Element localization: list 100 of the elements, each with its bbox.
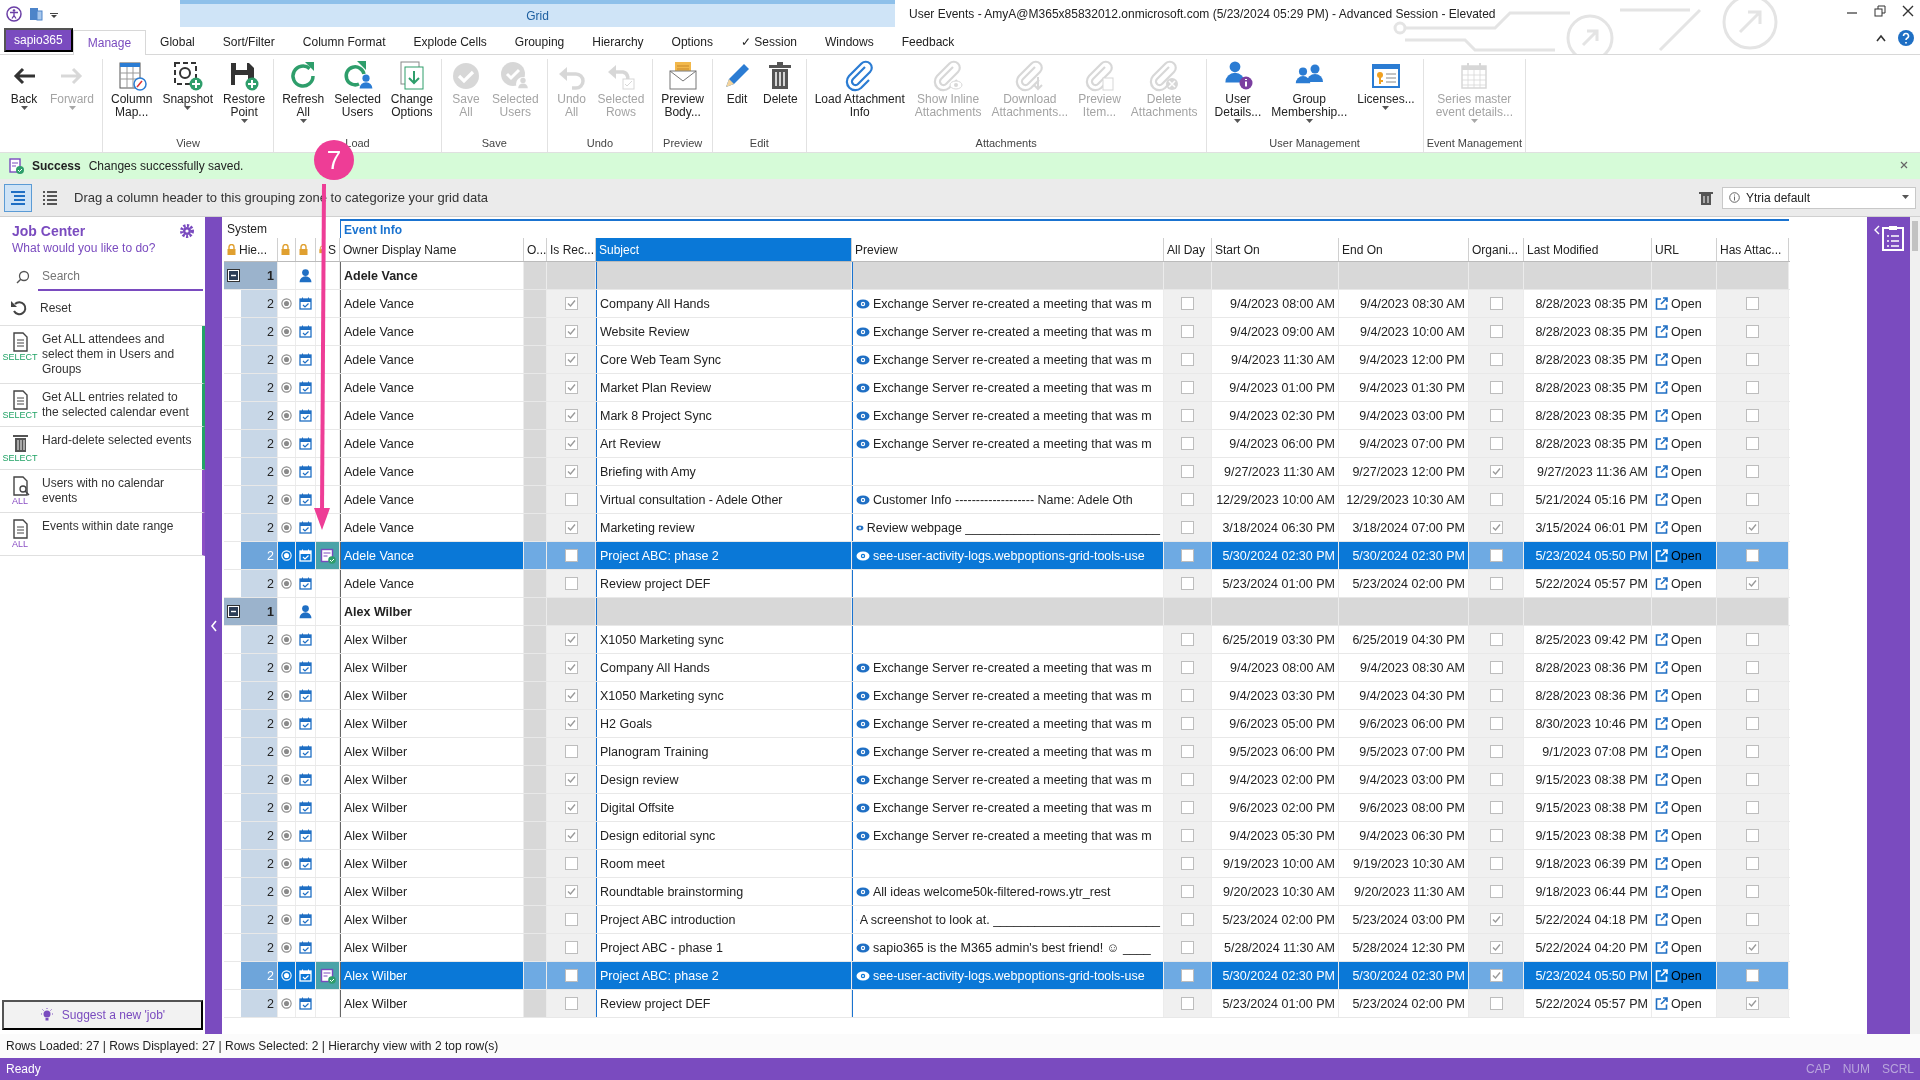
open-link[interactable]: Open bbox=[1655, 324, 1702, 339]
checkbox[interactable] bbox=[1746, 549, 1759, 562]
checkbox[interactable] bbox=[1181, 577, 1194, 590]
job-item[interactable]: SELECT Hard-delete selected events bbox=[0, 427, 205, 470]
job-item[interactable]: ALL Users with no calendar events bbox=[0, 470, 205, 513]
checkbox[interactable] bbox=[1489, 577, 1503, 590]
open-link[interactable]: Open bbox=[1655, 352, 1702, 367]
checkbox[interactable] bbox=[564, 717, 578, 730]
open-link[interactable]: Open bbox=[1655, 912, 1702, 927]
open-link[interactable]: Open bbox=[1655, 464, 1702, 479]
checkbox[interactable] bbox=[564, 549, 578, 562]
checkbox[interactable] bbox=[1746, 353, 1759, 366]
ribbon-tab[interactable]: Options bbox=[657, 29, 727, 54]
collapse-icon[interactable] bbox=[227, 269, 240, 282]
accessibility-icon[interactable] bbox=[6, 5, 22, 22]
checkbox[interactable] bbox=[1489, 353, 1503, 366]
column-header[interactable]: Last Modified bbox=[1524, 238, 1652, 261]
devices-icon[interactable] bbox=[28, 5, 44, 22]
checkbox[interactable] bbox=[1489, 689, 1503, 702]
open-link[interactable]: Open bbox=[1655, 492, 1702, 507]
checkbox[interactable] bbox=[1181, 633, 1194, 646]
scrollbar[interactable] bbox=[1910, 217, 1920, 1034]
checkbox[interactable] bbox=[1746, 885, 1759, 898]
checkbox[interactable] bbox=[1181, 773, 1194, 786]
open-link[interactable]: Open bbox=[1655, 660, 1702, 675]
column-header[interactable] bbox=[296, 238, 316, 261]
help-icon[interactable] bbox=[1898, 30, 1914, 46]
checkbox[interactable] bbox=[1746, 325, 1759, 338]
ribbon-tab[interactable]: Feedback bbox=[887, 29, 969, 54]
open-link[interactable]: Open bbox=[1655, 996, 1702, 1011]
checkbox[interactable] bbox=[1746, 297, 1759, 310]
chevron-left-icon[interactable] bbox=[1873, 225, 1880, 235]
checkbox[interactable] bbox=[1746, 437, 1759, 450]
open-link[interactable]: Open bbox=[1655, 688, 1702, 703]
checkbox[interactable] bbox=[1181, 969, 1194, 982]
ribbon-tab[interactable]: Hierarchy bbox=[578, 29, 658, 54]
ribbon-button[interactable]: Group Membership... bbox=[1266, 59, 1353, 136]
checkbox[interactable] bbox=[1746, 465, 1759, 478]
checkbox[interactable] bbox=[1181, 661, 1194, 674]
checkbox[interactable] bbox=[564, 325, 578, 338]
ribbon-tab[interactable]: Grouping bbox=[500, 29, 579, 54]
ribbon-button[interactable]: Refresh All bbox=[277, 59, 330, 136]
checkbox[interactable] bbox=[1181, 689, 1194, 702]
checkbox[interactable] bbox=[1181, 717, 1194, 730]
open-link[interactable]: Open bbox=[1655, 772, 1702, 787]
checkbox[interactable] bbox=[1489, 381, 1503, 394]
checkbox[interactable] bbox=[1181, 801, 1194, 814]
checkbox[interactable] bbox=[1181, 829, 1194, 842]
checkbox[interactable] bbox=[1489, 885, 1503, 898]
close-icon[interactable] bbox=[1902, 5, 1914, 17]
checkbox[interactable] bbox=[1489, 913, 1503, 926]
checkbox[interactable] bbox=[1181, 549, 1194, 562]
open-link[interactable]: Open bbox=[1655, 856, 1702, 871]
checkbox[interactable] bbox=[564, 297, 578, 310]
checkbox[interactable] bbox=[1489, 941, 1503, 954]
checkbox[interactable] bbox=[1181, 521, 1194, 534]
checkbox[interactable] bbox=[1746, 633, 1759, 646]
checkbox[interactable] bbox=[1181, 465, 1194, 478]
ribbon-button[interactable]: Preview Body... bbox=[656, 59, 709, 136]
checkbox[interactable] bbox=[564, 801, 578, 814]
checkbox[interactable] bbox=[564, 829, 578, 842]
checkbox[interactable] bbox=[1746, 773, 1759, 786]
ribbon-tab[interactable]: Sort/Filter bbox=[208, 29, 289, 54]
checkbox[interactable] bbox=[1489, 325, 1503, 338]
search-field[interactable]: Search bbox=[38, 263, 203, 291]
checkbox[interactable] bbox=[1181, 493, 1194, 506]
checkbox[interactable] bbox=[564, 437, 578, 450]
checkbox[interactable] bbox=[1181, 409, 1194, 422]
checkbox[interactable] bbox=[564, 913, 578, 926]
scrollbar-thumb[interactable] bbox=[1912, 221, 1918, 251]
checkbox[interactable] bbox=[1181, 381, 1194, 394]
view-toggle-button[interactable] bbox=[4, 183, 32, 212]
panel-splitter[interactable] bbox=[205, 217, 222, 1034]
ribbon-tab[interactable]: Global bbox=[146, 29, 209, 54]
ribbon-button[interactable]: Change Options bbox=[385, 59, 438, 136]
layout-dropdown[interactable]: Ytria default bbox=[1722, 186, 1916, 209]
checkbox[interactable] bbox=[1181, 857, 1194, 870]
ribbon-tab[interactable]: ✓ Session bbox=[726, 29, 811, 54]
column-header[interactable]: Has Attac... bbox=[1717, 238, 1789, 261]
checkbox[interactable] bbox=[1181, 913, 1194, 926]
job-item[interactable]: SELECT Get ALL entries related to the selected calendar event bbox=[0, 384, 205, 427]
checkbox[interactable] bbox=[1746, 829, 1759, 842]
open-link[interactable]: Open bbox=[1655, 632, 1702, 647]
checkbox[interactable] bbox=[1746, 493, 1759, 506]
checkbox[interactable] bbox=[564, 465, 578, 478]
column-header[interactable]: All Day bbox=[1164, 238, 1212, 261]
checkbox[interactable] bbox=[1181, 941, 1194, 954]
checkbox[interactable] bbox=[1489, 717, 1503, 730]
checkbox[interactable] bbox=[564, 941, 578, 954]
checkbox[interactable] bbox=[564, 353, 578, 366]
checkbox[interactable] bbox=[1181, 353, 1194, 366]
checkbox[interactable] bbox=[564, 577, 578, 590]
ribbon-button[interactable]: Delete bbox=[758, 59, 803, 136]
ribbon-button[interactable]: Edit bbox=[716, 59, 758, 136]
ribbon-button[interactable]: Restore Point bbox=[218, 59, 271, 136]
checkbox[interactable] bbox=[1746, 745, 1759, 758]
ribbon-button[interactable]: Column Map... bbox=[106, 59, 158, 136]
open-link[interactable]: Open bbox=[1655, 296, 1702, 311]
checkbox[interactable] bbox=[1746, 717, 1759, 730]
checkbox[interactable] bbox=[1746, 857, 1759, 870]
